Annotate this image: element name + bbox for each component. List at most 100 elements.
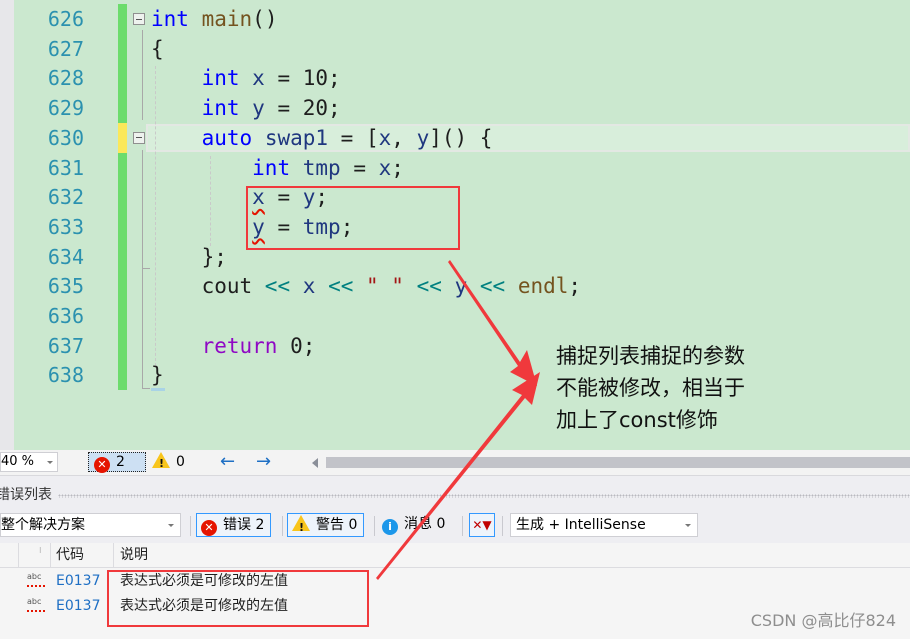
column-header-description[interactable]: 说明 (120, 543, 148, 567)
line-number: 638 (47, 363, 84, 388)
code-token: = (340, 155, 379, 180)
arrow-left-icon[interactable]: ← (220, 450, 235, 474)
line-number: 637 (47, 333, 84, 358)
code-line[interactable]: { (151, 34, 164, 64)
change-marker-unsaved (118, 122, 127, 153)
sort-indicator-icon: ⁝ (39, 546, 42, 555)
code-token: , (391, 125, 417, 150)
horizontal-scrollbar[interactable] (326, 457, 910, 468)
scope-value: 整个解决方案 (1, 517, 85, 533)
toolbar-separator (502, 516, 503, 536)
code-token: main (201, 7, 253, 31)
code-token: x (302, 274, 316, 299)
code-line[interactable]: int y = 20; (151, 93, 341, 123)
annotation-line: 捕捉列表捕捉的参数 (556, 344, 745, 368)
code-line[interactable]: int x = 10; (151, 63, 341, 93)
code-line[interactable]: int tmp = x; (151, 153, 404, 183)
messages-filter-button[interactable]: i 消息 0 (382, 513, 445, 537)
toolbar-separator (462, 516, 463, 536)
code-line[interactable]: } (151, 360, 164, 390)
warnings-filter-button[interactable]: 警告 0 (287, 513, 365, 539)
code-token: endl (517, 274, 569, 299)
code-line[interactable]: auto swap1 = [x, y]() { (151, 123, 493, 153)
code-token: x (252, 66, 265, 91)
highlight-box-errors (107, 570, 369, 627)
code-token: y (416, 125, 430, 150)
line-number: 635 (47, 274, 84, 299)
toolbar-separator (282, 516, 283, 536)
code-token: y (454, 274, 468, 299)
column-separator[interactable] (50, 543, 51, 567)
annotation-note: 捕捉列表捕捉的参数 不能被修改，相当于 加上了const修饰 (556, 340, 745, 436)
zoom-level-value: 40 % (1, 454, 35, 469)
editor-left-margin (0, 0, 14, 450)
code-line[interactable]: cout << x << " " << y << endl; (151, 271, 582, 301)
change-marker-saved (118, 4, 127, 34)
errors-label: 错误 2 (223, 517, 265, 533)
scroll-left-icon[interactable] (312, 458, 318, 468)
table-header: ⁝ 代码 说明 (0, 543, 910, 568)
code-line[interactable]: int main() (151, 4, 277, 34)
error-icon: ✕ (201, 520, 217, 536)
code-editor[interactable]: 626 int main() 627 {628 int x = 10; 629 int … (14, 0, 910, 450)
error-code-link[interactable]: E0137 (56, 569, 100, 594)
annotation-line: 加上了const修饰 (556, 408, 718, 432)
code-token: y (252, 96, 265, 121)
watermark: CSDN @高比仔824 (750, 611, 896, 630)
code-token: int (252, 155, 291, 180)
toolbar-separator (190, 516, 191, 536)
collapse-icon[interactable] (133, 131, 145, 144)
code-token: ; (391, 155, 404, 180)
code-token: " " (366, 274, 404, 299)
warning-count-indicator[interactable]: 0 (152, 452, 185, 474)
errors-filter-button[interactable]: ✕ 错误 2 (196, 513, 272, 537)
fold-guide-end (142, 388, 150, 389)
scope-dropdown[interactable]: 整个解决方案 (0, 513, 181, 537)
change-marker-saved (118, 33, 127, 64)
code-token: auto (201, 125, 253, 150)
code-line[interactable]: return 0; (151, 331, 316, 361)
code-token: tmp (302, 155, 341, 180)
code-token: } (151, 363, 164, 388)
clear-filter-button[interactable]: ✕▼ (469, 513, 495, 537)
error-count-indicator[interactable]: ✕ 2 (88, 452, 146, 473)
messages-label: 消息 0 (404, 516, 446, 532)
build-source-dropdown[interactable]: 生成 + IntelliSense (510, 513, 698, 537)
build-source-value: 生成 + IntelliSense (516, 517, 646, 533)
code-token: return (201, 333, 278, 358)
line-number: 629 (47, 96, 84, 121)
column-separator[interactable] (113, 543, 114, 567)
arrow-right-icon[interactable]: → (256, 450, 271, 474)
code-token: int (201, 96, 240, 121)
column-separator[interactable] (18, 543, 19, 567)
code-token: x (378, 125, 392, 150)
warning-count: 0 (176, 454, 185, 470)
code-line[interactable]: }; (151, 242, 227, 272)
zoom-level-dropdown[interactable]: 40 % (0, 452, 58, 472)
line-number: 626 (47, 7, 84, 31)
editor-statusbar: 40 % ✕2 0 ← → (0, 450, 910, 476)
highlight-box-code (246, 186, 460, 250)
error-code-link[interactable]: E0137 (56, 594, 100, 619)
code-token: int (201, 66, 240, 91)
code-token: }; (151, 244, 227, 269)
code-token: () (252, 7, 278, 31)
panel-drag-grip[interactable] (58, 494, 910, 498)
change-marker-saved (118, 152, 127, 183)
column-header-code[interactable]: 代码 (56, 543, 84, 567)
error-icon: ✕ (94, 457, 110, 473)
code-token: = 10; (264, 66, 341, 91)
collapse-icon[interactable] (133, 13, 145, 25)
